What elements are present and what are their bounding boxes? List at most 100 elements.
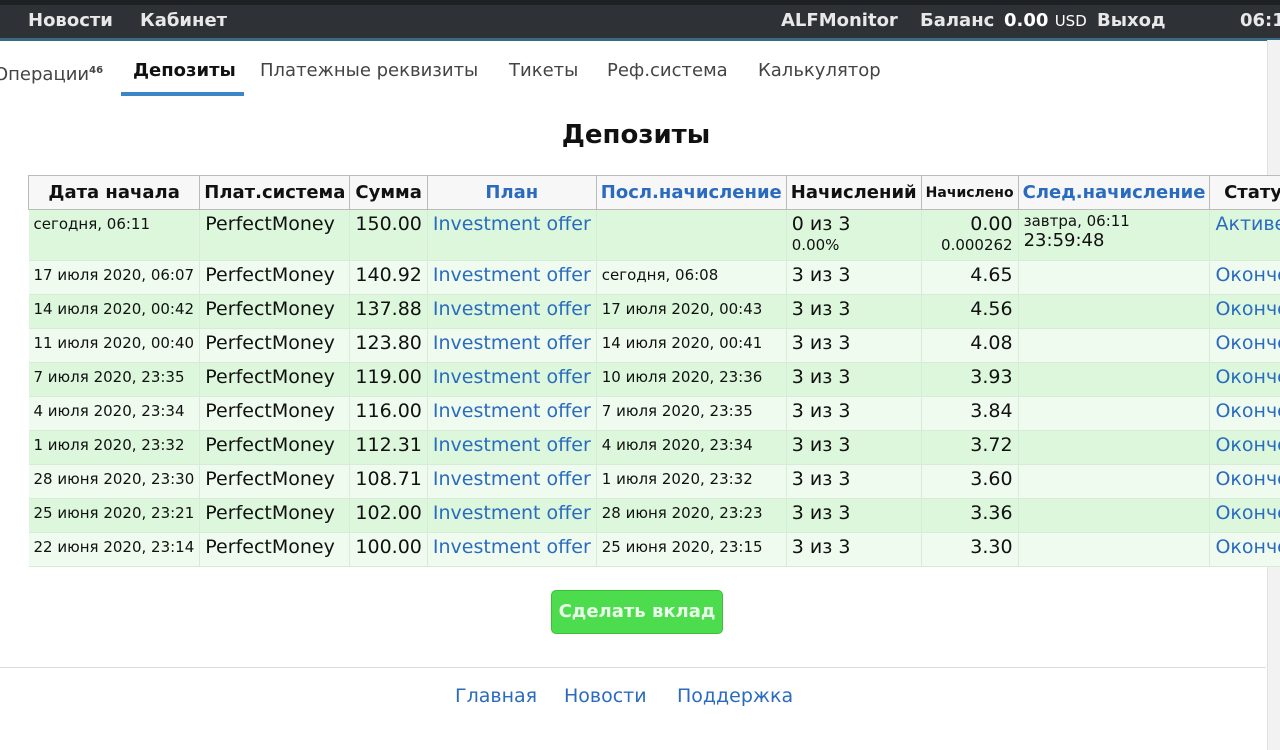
tab-tickets[interactable]: Тикеты (509, 60, 578, 81)
cell-accruals: 0 из 3 0.00% (786, 209, 922, 261)
clock: 06:1 (1240, 10, 1280, 31)
cell-start-date: 7 июля 2020, 23:35 (28, 362, 201, 397)
cell-next-accrual (1018, 396, 1211, 431)
cell-last-accrual: сегодня, 06:08 (596, 260, 787, 295)
header-start-date: Дата начала (27, 175, 201, 210)
cell-pay-system: PerfectMoney (199, 362, 351, 397)
cell-status-link[interactable]: Окончен (1209, 362, 1280, 397)
balance-value: 0.00 (1004, 10, 1049, 31)
cell-accrued: 3.84 (921, 396, 1019, 431)
cell-start-date: 1 июля 2020, 23:32 (28, 430, 201, 465)
cell-status-link[interactable]: Окончен (1209, 430, 1280, 465)
cell-plan-link[interactable]: Investment offer (427, 209, 597, 261)
top-navbar: Новости Кабинет ALFMonitor Баланс 0.00 U… (0, 0, 1280, 41)
cell-accruals: 3 из 3 (786, 328, 922, 363)
header-last-accrual[interactable]: Посл.начисление (595, 175, 787, 210)
cell-next-accrual (1018, 498, 1211, 533)
cell-amount: 100.00 (349, 532, 428, 567)
cell-pay-system: PerfectMoney (199, 294, 351, 329)
cell-status-link[interactable]: Окончен (1209, 464, 1280, 499)
cell-accruals: 3 из 3 (786, 464, 922, 499)
active-tab-indicator (121, 92, 244, 96)
header-status: Статус (1209, 175, 1280, 210)
cell-plan-link[interactable]: Investment offer (427, 362, 597, 397)
cell-start-date: 28 июня 2020, 23:30 (28, 464, 201, 499)
header-next-accrual[interactable]: След.начисление (1017, 175, 1211, 210)
cell-plan-link[interactable]: Investment offer (427, 532, 597, 567)
footer-home-link[interactable]: Главная (455, 685, 537, 707)
cell-amount: 119.00 (349, 362, 428, 397)
cell-accrued: 4.08 (921, 328, 1019, 363)
cell-amount: 116.00 (349, 396, 428, 431)
header-amount: Сумма (349, 175, 428, 210)
cell-pay-system: PerfectMoney (199, 532, 351, 567)
table-row: 28 июня 2020, 23:30 PerfectMoney 108.71 … (28, 464, 1280, 499)
cell-status-link[interactable]: Окончен (1209, 294, 1280, 329)
make-deposit-button[interactable]: Сделать вклад (551, 590, 723, 634)
cell-accruals: 3 из 3 (786, 430, 922, 465)
tab-operations[interactable]: Операции46 (0, 64, 103, 85)
top-edge (0, 0, 1280, 5)
cell-last-accrual: 4 июля 2020, 23:34 (596, 430, 787, 465)
tab-calculator[interactable]: Калькулятор (758, 60, 881, 81)
table-row: сегодня, 06:11 PerfectMoney 150.00 Inves… (28, 209, 1280, 261)
cell-start-date: 22 июня 2020, 23:14 (28, 532, 201, 567)
cell-amount: 123.80 (349, 328, 428, 363)
cell-accrued: 0.00 0.000262 (921, 209, 1019, 261)
cell-accrued: 3.72 (921, 430, 1019, 465)
cell-status-link[interactable]: Окончен (1209, 260, 1280, 295)
cell-last-accrual (596, 209, 787, 261)
cell-plan-link[interactable]: Investment offer (427, 328, 597, 363)
cell-status-link[interactable]: Окончен (1209, 498, 1280, 533)
cell-amount: 108.71 (349, 464, 428, 499)
cell-pay-system: PerfectMoney (199, 498, 351, 533)
cell-last-accrual: 10 июля 2020, 23:36 (596, 362, 787, 397)
operations-count-badge: 46 (89, 65, 104, 76)
cell-status-link[interactable]: Окончен (1209, 328, 1280, 363)
header-plan[interactable]: План (426, 175, 597, 210)
cell-accrued: 4.65 (921, 260, 1019, 295)
next-accrual-countdown: 23:59:48 (1023, 230, 1105, 251)
cell-next-accrual (1018, 362, 1211, 397)
cell-start-date: 4 июля 2020, 23:34 (28, 396, 201, 431)
cell-amount: 112.31 (349, 430, 428, 465)
cell-start-date: сегодня, 06:11 (28, 209, 201, 261)
cell-plan-link[interactable]: Investment offer (427, 396, 597, 431)
cell-start-date: 14 июля 2020, 00:42 (28, 294, 201, 329)
tab-payment-details[interactable]: Платежные реквизиты (260, 60, 478, 81)
next-accrual-date: завтра, 06:11 (1023, 212, 1130, 230)
cell-status-link[interactable]: Окончен (1209, 532, 1280, 567)
navbar-accent-line (0, 38, 1280, 41)
table-row: 22 июня 2020, 23:14 PerfectMoney 100.00 … (28, 532, 1280, 567)
table-row: 25 июня 2020, 23:21 PerfectMoney 102.00 … (28, 498, 1280, 533)
cell-accrued: 3.30 (921, 532, 1019, 567)
table-header-row: Дата начала Плат.система Сумма План Посл… (27, 175, 1280, 210)
nav-news-link[interactable]: Новости (28, 10, 113, 32)
username-link[interactable]: ALFMonitor (781, 10, 898, 32)
cell-amount: 150.00 (349, 209, 428, 261)
logout-link[interactable]: Выход (1097, 10, 1166, 32)
cell-plan-link[interactable]: Investment offer (427, 464, 597, 499)
table-row: 11 июля 2020, 00:40 PerfectMoney 123.80 … (28, 328, 1280, 363)
cell-start-date: 11 июля 2020, 00:40 (28, 328, 201, 363)
tab-operations-label: Операции (0, 64, 90, 85)
footer-news-link[interactable]: Новости (564, 685, 647, 707)
cell-plan-link[interactable]: Investment offer (427, 430, 597, 465)
header-pay-system: Плат.система (199, 175, 351, 210)
cell-next-accrual (1018, 260, 1211, 295)
cell-plan-link[interactable]: Investment offer (427, 498, 597, 533)
cell-status-link[interactable]: Окончен (1209, 396, 1280, 431)
tab-deposits[interactable]: Депозиты (133, 60, 236, 81)
cell-last-accrual: 7 июля 2020, 23:35 (596, 396, 787, 431)
cell-start-date: 25 июня 2020, 23:21 (28, 498, 201, 533)
cell-pay-system: PerfectMoney (199, 464, 351, 499)
cell-plan-link[interactable]: Investment offer (427, 294, 597, 329)
nav-cabinet-link[interactable]: Кабинет (140, 10, 227, 32)
footer-support-link[interactable]: Поддержка (677, 685, 793, 707)
header-accrued: Начислено (920, 175, 1019, 210)
tab-referral[interactable]: Реф.система (607, 60, 728, 81)
cell-status-link[interactable]: Активен (1209, 209, 1280, 261)
cell-plan-link[interactable]: Investment offer (427, 260, 597, 295)
cell-last-accrual: 25 июня 2020, 23:15 (596, 532, 787, 567)
cell-accrued: 3.93 (921, 362, 1019, 397)
